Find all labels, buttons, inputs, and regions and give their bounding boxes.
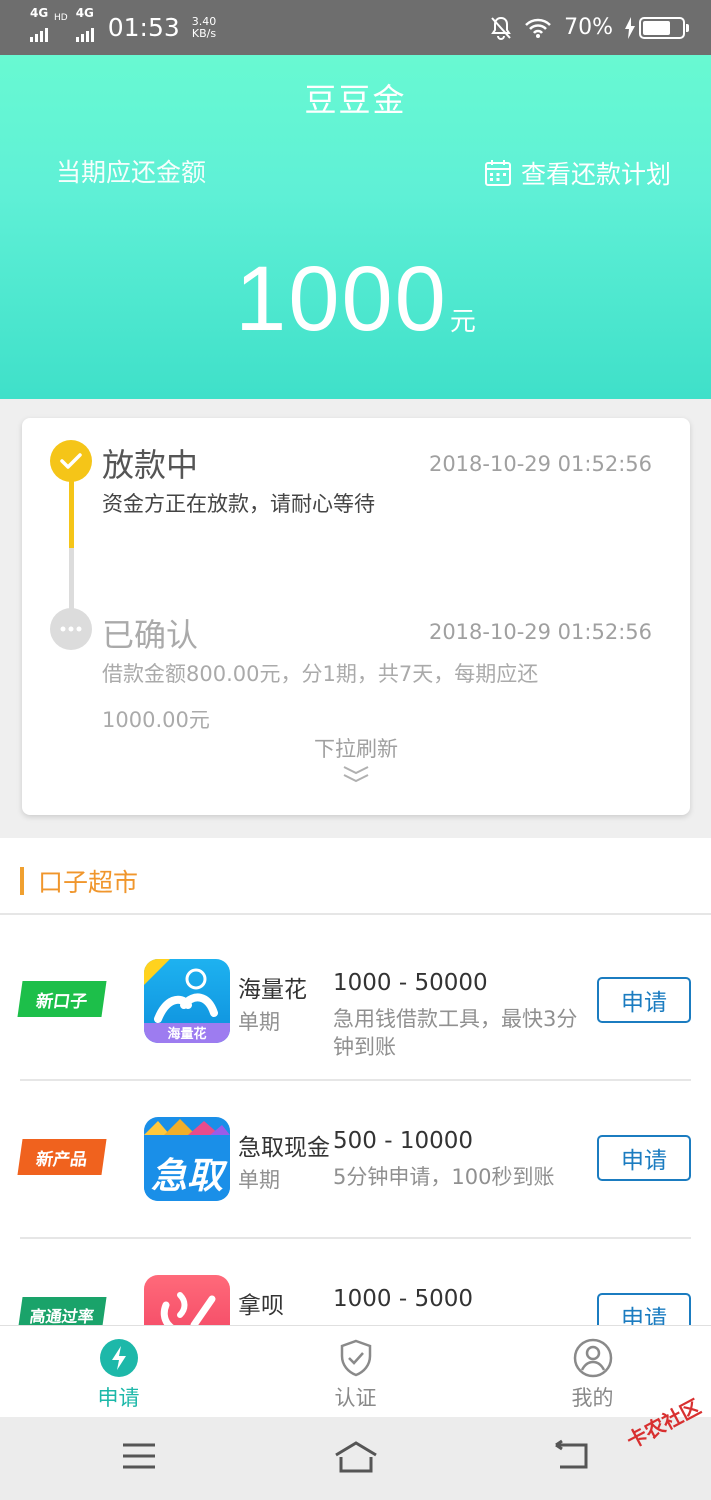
network-hd-label: HD [54, 12, 68, 23]
product-name: 急取现金 [238, 1135, 330, 1161]
back-icon[interactable] [554, 1439, 590, 1473]
network-label-2: 4G [75, 5, 94, 20]
system-nav-bar [0, 1417, 711, 1500]
step-title-confirmed: 已确认 [102, 616, 199, 654]
step-time-disbursing: 2018-10-29 01:52:56 [428, 452, 652, 476]
bolt-icon [99, 1339, 138, 1377]
timeline-line-active [69, 480, 74, 548]
status-right: 70% [490, 15, 689, 40]
product-tag: 高通过率 [17, 1297, 107, 1328]
apply-button[interactable]: 申请 [597, 1135, 691, 1181]
tab-verify[interactable]: 认证 [237, 1326, 474, 1417]
product-row[interactable]: 新产品 急取 急取现金 单期 500 - 10000 5分钟申请，100秒到账 … [0, 1081, 711, 1239]
calendar-icon [484, 160, 511, 186]
product-amount-range: 500 - 10000 [333, 1128, 473, 1154]
pull-to-refresh-hint: 下拉刷新 [314, 737, 398, 761]
signal-icon: 4G [30, 6, 48, 42]
check-icon [50, 440, 92, 482]
step-time-confirmed: 2018-10-29 01:52:56 [428, 620, 652, 644]
battery-percent: 70% [564, 15, 613, 40]
apply-button[interactable]: 申请 [597, 1293, 691, 1328]
due-amount-value: 1000 [235, 248, 448, 350]
product-tag: 新产品 [17, 1139, 107, 1175]
shield-check-icon [340, 1339, 371, 1377]
repayment-header: 豆豆金 当期应还金额 查看还款计划 1000元 [0, 55, 711, 399]
product-amount-range: 1000 - 5000 [333, 1286, 473, 1312]
product-row[interactable]: 高通过率 拿呗 1000 - 5000 申请 [0, 1239, 711, 1328]
step-desc-confirmed-line1: 借款金额800.00元，分1期，共7天，每期应还 [102, 662, 539, 686]
net-speed: 3.40 KB/s [191, 14, 217, 40]
clock: 01:53 [107, 13, 180, 42]
loan-status-card: 放款中 2018-10-29 01:52:56 资金方正在放款，请耐心等待 已确… [22, 418, 690, 815]
product-logo: 海量花 [144, 959, 230, 1043]
market-title: 口子超市 [38, 868, 139, 897]
step-title-disbursing: 放款中 [102, 446, 199, 484]
double-chevron-down-icon [343, 766, 369, 783]
product-name: 拿呗 [238, 1293, 284, 1319]
net-speed-unit: KB/s [191, 26, 217, 40]
tab-mine-label: 我的 [571, 1386, 614, 1410]
timeline-line-pending [69, 548, 74, 610]
view-repayment-plan-link[interactable]: 查看还款计划 [484, 155, 671, 191]
user-icon [573, 1338, 612, 1378]
due-amount: 1000元 [0, 247, 711, 352]
more-dots-icon [50, 608, 92, 650]
product-logo: 急取 [144, 1117, 230, 1201]
product-amount-range: 1000 - 50000 [333, 970, 488, 996]
step-desc-confirmed-line2: 1000.00元 [102, 708, 210, 732]
tab-apply[interactable]: 申请 [0, 1326, 237, 1417]
market-header: 口子超市 [0, 838, 711, 915]
due-amount-unit: 元 [449, 307, 476, 337]
network-label-1: 4G [30, 5, 49, 20]
bell-off-icon [491, 16, 511, 40]
signal-icon-2: 4G [75, 6, 94, 42]
status-bar: 4G HD 4G 01:53 3.40 KB/s 70% [0, 0, 711, 55]
charging-icon [625, 16, 635, 39]
apply-button[interactable]: 申请 [597, 977, 691, 1023]
bottom-tab-bar: 申请 认证 我的 [0, 1325, 711, 1417]
menu-icon[interactable] [121, 1439, 157, 1473]
product-tag: 新口子 [17, 981, 107, 1017]
product-type: 单期 [238, 1168, 280, 1192]
product-row[interactable]: 新口子 海量花 海量花 单期 1000 - 50000 急用钱借款工具，最快3分… [0, 923, 711, 1081]
product-logo [144, 1275, 230, 1328]
product-desc: 5分钟申请，100秒到账 [333, 1165, 555, 1189]
loan-market: 口子超市 新口子 海量花 海量花 单期 1000 - 50000 急用钱借款工具… [0, 838, 711, 1328]
step-desc-disbursing: 资金方正在放款，请耐心等待 [102, 492, 375, 516]
wifi-icon [525, 18, 551, 38]
product-logo-text: 急取 [150, 1156, 223, 1197]
product-name: 海量花 [238, 977, 307, 1003]
status-left: 4G HD 4G 01:53 3.40 KB/s [30, 6, 217, 42]
net-speed-value: 3.40 [191, 14, 217, 28]
tab-verify-label: 认证 [334, 1386, 377, 1410]
home-icon[interactable] [332, 1439, 380, 1475]
section-accent-bar [20, 867, 24, 895]
due-amount-label: 当期应还金额 [56, 158, 207, 187]
view-repayment-plan-label: 查看还款计划 [520, 160, 671, 189]
tab-apply-label: 申请 [97, 1386, 140, 1410]
product-desc: 急用钱借款工具，最快3分钟到账 [333, 1007, 578, 1059]
battery-icon [639, 16, 689, 39]
product-logo-text: 海量花 [167, 1027, 207, 1042]
app-title: 豆豆金 [304, 81, 407, 119]
product-type: 单期 [238, 1010, 280, 1034]
